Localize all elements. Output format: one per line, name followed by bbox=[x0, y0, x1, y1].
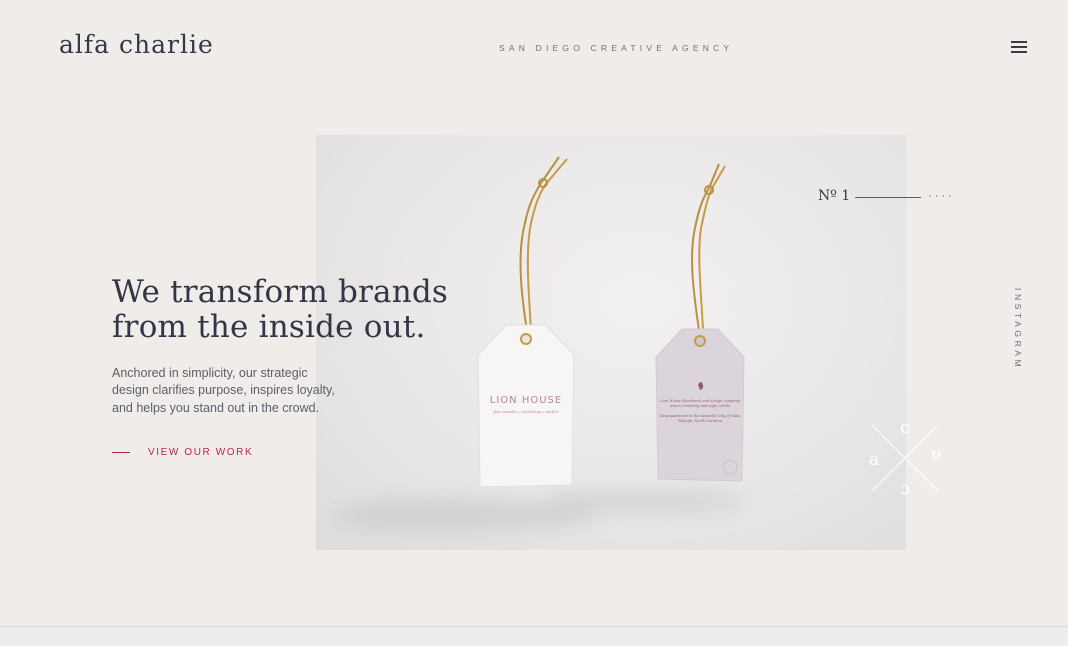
page-bottom-edge bbox=[0, 626, 1068, 646]
menu-bar bbox=[1011, 51, 1027, 53]
slide-number-line bbox=[855, 197, 921, 198]
site-logo[interactable]: alfa charlie bbox=[59, 30, 214, 59]
menu-bar bbox=[1011, 41, 1027, 43]
hero-headline: We transform brands from the inside out. bbox=[112, 274, 449, 345]
hero-intro: Anchored in simplicity, our strategic de… bbox=[112, 366, 335, 415]
slide-pager-dots[interactable]: ···· bbox=[928, 190, 955, 202]
tag-string bbox=[691, 163, 726, 331]
monogram-letter: a bbox=[869, 449, 880, 470]
cta-dash bbox=[112, 452, 130, 453]
hang-tag-back: Lion House Woodwork and design company w… bbox=[654, 327, 746, 487]
site-tagline: SAN DIEGO CREATIVE AGENCY bbox=[499, 43, 734, 53]
tag-fine-print: Raleigh, North Carolina bbox=[678, 419, 722, 423]
tag-subtitle: fine wooden / workshop / atelier bbox=[493, 409, 559, 414]
hang-tag-front: LION HOUSE fine wooden / workshop / atel… bbox=[476, 323, 576, 488]
page: alfa charlie SAN DIEGO CREATIVE AGENCY L… bbox=[0, 0, 1068, 626]
view-our-work-link[interactable]: VIEW OUR WORK bbox=[112, 447, 253, 458]
slide-number: Nº 1 bbox=[818, 188, 851, 204]
monogram-letter: c bbox=[900, 480, 910, 499]
instagram-link[interactable]: INSTAGRAM bbox=[1013, 288, 1023, 370]
cta-label: VIEW OUR WORK bbox=[148, 447, 254, 458]
tag-fine-print: where creativity and style collide bbox=[669, 404, 731, 408]
hamburger-menu-icon[interactable] bbox=[1011, 41, 1027, 55]
photo-shadow bbox=[546, 490, 746, 512]
tag-title: LION HOUSE bbox=[489, 395, 563, 406]
monogram-letter: a bbox=[930, 446, 941, 467]
monogram-letter: c bbox=[900, 417, 910, 438]
menu-bar bbox=[1011, 46, 1027, 48]
tag-string bbox=[519, 156, 568, 332]
ac-monogram-icon: c a a c bbox=[869, 417, 942, 499]
